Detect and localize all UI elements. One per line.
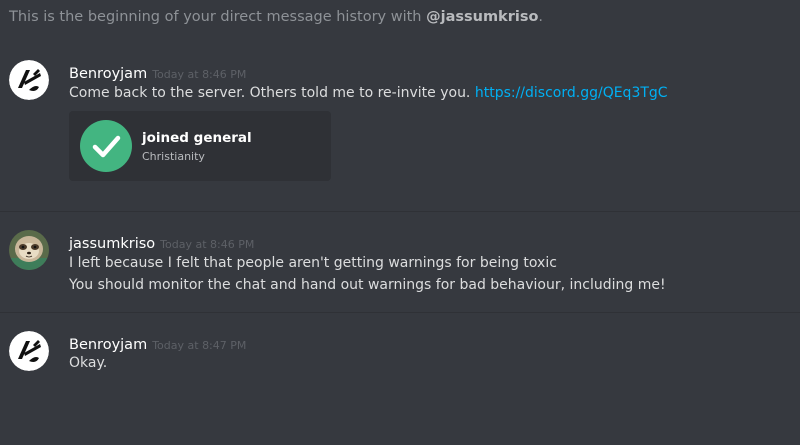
invite-link[interactable]: https://discord.gg/QEq3TgC xyxy=(475,85,668,101)
intro-username[interactable]: @jassumkriso xyxy=(426,9,538,25)
message-text: I left because I felt that people aren't… xyxy=(69,255,557,271)
intro-prefix: This is the beginning of your direct mes… xyxy=(9,9,427,25)
message-text: You should monitor the chat and hand out… xyxy=(69,277,666,293)
avatar-benroyjam[interactable] xyxy=(9,60,49,100)
message-content: Come back to the server. Others told me … xyxy=(69,85,668,101)
invite-status-circle xyxy=(80,120,132,172)
message-author[interactable]: jassumkriso xyxy=(69,236,155,252)
message-header: Benroyjam Today at 8:47 PM xyxy=(69,334,246,353)
message-divider xyxy=(0,312,800,313)
intro-suffix: . xyxy=(538,9,544,25)
invite-card[interactable]: joined general Christianity xyxy=(69,111,331,181)
invite-server-name: Christianity xyxy=(142,150,205,163)
benroyjam-logo-icon xyxy=(9,60,49,100)
avatar-benroyjam[interactable] xyxy=(9,331,49,371)
avatar-jassumkriso[interactable] xyxy=(9,230,49,270)
benroyjam-logo-icon xyxy=(9,331,49,371)
message-timestamp: Today at 8:46 PM xyxy=(152,68,247,81)
message-text: Okay. xyxy=(69,355,108,371)
checkmark-icon xyxy=(92,135,121,158)
message-text: Come back to the server. Others told me … xyxy=(69,85,475,101)
sloth-avatar-icon xyxy=(9,230,49,270)
message-divider xyxy=(0,211,800,212)
message-author[interactable]: Benroyjam xyxy=(69,337,147,353)
message-timestamp: Today at 8:47 PM xyxy=(152,339,247,352)
dm-history-intro: This is the beginning of your direct mes… xyxy=(9,9,543,25)
message-author[interactable]: Benroyjam xyxy=(69,66,147,82)
invite-title: joined general xyxy=(142,130,252,146)
message-header: Benroyjam Today at 8:46 PM xyxy=(69,63,246,82)
dm-chat-view: This is the beginning of your direct mes… xyxy=(0,0,800,445)
message-header: jassumkriso Today at 8:46 PM xyxy=(69,233,254,252)
message-timestamp: Today at 8:46 PM xyxy=(160,238,255,251)
